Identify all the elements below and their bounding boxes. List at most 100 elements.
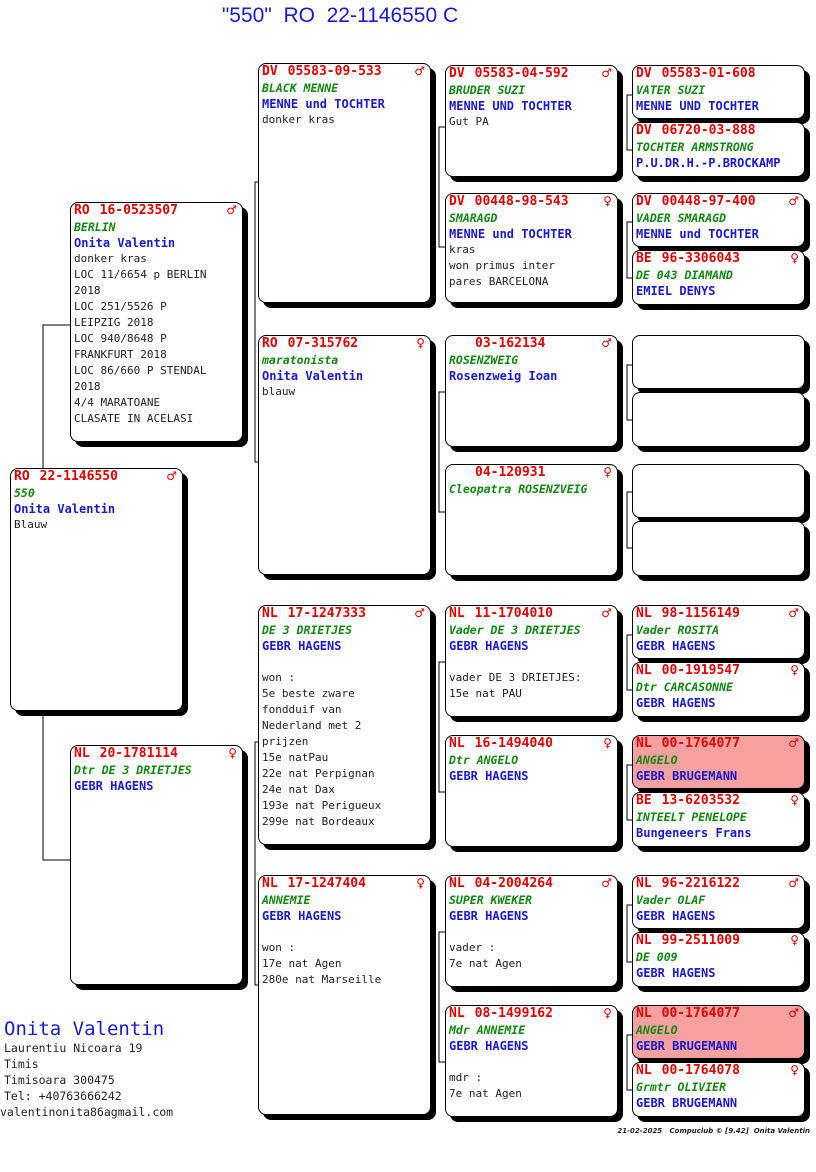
pigeon-card-g1: DV 05583-01-608 VATER SUZI MENNE UND TOCHTE… <box>632 65 805 119</box>
female-icon: ♀ <box>790 663 799 677</box>
ring-number: 06720-03-888 <box>661 123 756 138</box>
owner-name: GEBR HAGENS <box>262 909 342 923</box>
ring-number: 16-1494040 <box>474 736 553 751</box>
country-code: RO <box>74 203 90 218</box>
female-icon: ♀ <box>790 933 799 947</box>
country-code: NL <box>262 876 278 891</box>
footer-credit: 21-02-2025 Compuclub © [9.42] Onita Vale… <box>617 1127 810 1135</box>
country-code: NL <box>74 746 90 761</box>
male-icon: ♂ <box>788 876 799 890</box>
ring-number: 99-2511009 <box>661 933 740 948</box>
pigeon-name: DE 043 DIAMAND <box>636 268 733 282</box>
ring-header: RO 07-315762 ♀ <box>259 336 430 353</box>
pigeon-card-g4: BE 96-3306043 ♀ DE 043 DIAMAND EMIEL DENYS <box>632 250 805 305</box>
pigeon-name: INTEELT PENELOPE <box>636 810 747 824</box>
ring-number: 05583-09-533 <box>287 64 382 79</box>
male-icon: ♂ <box>601 66 612 80</box>
male-icon: ♂ <box>788 606 799 620</box>
pigeon-name: Grmtr OLIVIER <box>636 1080 727 1094</box>
male-icon: ♂ <box>601 606 612 620</box>
pigeon-info: won : 17e nat Agen 280e nat Marseille <box>262 941 382 986</box>
country-code: NL <box>449 1006 465 1021</box>
owner-name: MENNE und TOCHTER <box>449 227 572 241</box>
country-code: NL <box>636 606 652 621</box>
country-code: NL <box>636 736 652 751</box>
country-code: NL <box>449 606 465 621</box>
ring-header: BE 96-3306043 ♀ <box>633 251 804 268</box>
pigeon-card-g13: NL 96-2216122 ♂ Vader OLAF GEBR HAGENS <box>632 875 805 929</box>
pigeon-card-mff: NL 11-1704010 ♂ Vader DE 3 DRIETJES GEBR HAG… <box>445 605 618 717</box>
pigeon-name: VATER SUZI <box>636 83 706 97</box>
country-code: DV <box>636 194 652 209</box>
pigeon-card-ffm: DV 00448-98-543 ♀ SMARAGD MENNE und TOCHTER k… <box>445 193 618 303</box>
ring-number: 22-1146550 <box>39 469 118 484</box>
pigeon-card-g9: NL 98-1156149 ♂ Vader ROSITA GEBR HAGENS <box>632 605 805 659</box>
female-icon: ♀ <box>790 793 799 807</box>
pigeon-card-mfm: NL 16-1494040 ♀ Dtr ANGELO GEBR HAGENS <box>445 735 618 847</box>
pigeon-card-g2: DV 06720-03-888 TOCHTER ARMSTRONG P.U.DR.H.… <box>632 122 805 177</box>
pigeon-name: ANGELO <box>636 1023 678 1037</box>
pigeon-name: DE 3 DRIETJES <box>262 623 353 637</box>
female-icon: ♀ <box>790 251 799 265</box>
ring-header: NL 00-1764078 ♀ <box>633 1063 804 1080</box>
pigeon-info: donker kras LOC 11/6654 p BERLIN 2018 LO… <box>74 252 207 425</box>
female-icon: ♀ <box>603 1006 612 1020</box>
pigeon-name: TOCHTER ARMSTRONG <box>636 140 754 154</box>
ring-number: 08-1499162 <box>474 1006 553 1021</box>
owner-name: EMIEL DENYS <box>636 284 716 298</box>
pigeon-card-g10: NL 00-1919547 ♀ Dtr CARCASONNE GEBR HAGENS <box>632 662 805 717</box>
pigeon-name: VADER SMARAGD <box>636 211 727 225</box>
ring-header: NL 20-1781114 ♀ <box>71 746 242 763</box>
pigeon-card-father: RO 16-0523507 ♂ BERLIN Onita Valentin donker … <box>70 202 243 442</box>
ring-header: NL 16-1494040 ♀ <box>446 736 617 753</box>
owner-name: P.U.DR.H.-P.BROCKAMP <box>636 156 781 170</box>
ring-header: NL 98-1156149 ♂ <box>633 606 804 623</box>
owner-name: GEBR BRUGEMANN <box>636 1039 738 1053</box>
female-icon: ♀ <box>790 1063 799 1077</box>
ring-header: NL 08-1499162 ♀ <box>446 1006 617 1023</box>
breeder-name: Onita Valentin <box>4 1018 165 1040</box>
pigeon-card-fff: DV 05583-04-592 ♂ BRUDER SUZI MENNE UND TOCH… <box>445 65 618 177</box>
country-code: NL <box>449 736 465 751</box>
breeder-info: Onita Valentin Laurentiu Nicoara 19 Timi… <box>0 1018 173 1120</box>
owner-name: GEBR HAGENS <box>449 1039 529 1053</box>
ring-header: RO 22-1146550 ♂ <box>11 469 182 486</box>
female-icon: ♀ <box>603 736 612 750</box>
country-code: BE <box>636 251 652 266</box>
ring-number: 96-2216122 <box>661 876 740 891</box>
pigeon-card-g7 <box>632 464 805 518</box>
owner-name: GEBR HAGENS <box>449 639 529 653</box>
pigeon-name: BLACK MENNE <box>262 81 339 95</box>
pigeon-name: ANGELO <box>636 753 678 767</box>
pigeon-card-g3: DV 00448-97-400 ♂ VADER SMARAGD MENNE und TO… <box>632 193 805 247</box>
pigeon-name: Vader DE 3 DRIETJES <box>449 623 581 637</box>
male-icon: ♂ <box>166 469 177 483</box>
pigeon-info: Blauw <box>14 518 48 531</box>
pigeon-name: 550 <box>14 486 35 500</box>
ring-number: 11-1704010 <box>474 606 553 621</box>
pigeon-info: Gut PA <box>449 115 489 128</box>
pigeon-card-g12: BE 13-6203532 ♀ INTEELT PENELOPE Bungeneers … <box>632 792 805 847</box>
pigeon-info: blauw <box>262 385 296 398</box>
ring-header: RO 16-0523507 ♂ <box>71 203 242 220</box>
country-code: RO <box>262 336 278 351</box>
ring-number: 04-2004264 <box>474 876 553 891</box>
pigeon-card-g16: NL 00-1764078 ♀ Grmtr OLIVIER GEBR BRUGEMANN <box>632 1062 805 1117</box>
ring-header: DV 05583-09-533 ♂ <box>259 64 430 81</box>
ring-number: 00-1764078 <box>661 1063 740 1078</box>
ring-number: 00448-97-400 <box>661 194 756 209</box>
ring-number: 17-1247404 <box>287 876 366 891</box>
ring-header: NL 99-2511009 ♀ <box>633 933 804 950</box>
ring-number: 20-1781114 <box>99 746 178 761</box>
ring-header: NL 00-1764077 ♂ <box>633 1006 804 1023</box>
owner-name: Rosenzweig Ioan <box>449 369 558 383</box>
male-icon: ♂ <box>788 736 799 750</box>
pigeon-name: Mdr ANNEMIE <box>449 1023 526 1037</box>
owner-name: Onita Valentin <box>14 502 116 516</box>
ring-number: 05583-01-608 <box>661 66 756 81</box>
ring-header: NL 17-1247333 ♂ <box>259 606 430 623</box>
country-code: DV <box>262 64 278 79</box>
pigeon-card-subject: RO 22-1146550 ♂ 550 Onita Valentin Blauw <box>10 468 183 711</box>
country-code: NL <box>636 1006 652 1021</box>
pigeon-name: DE 009 <box>636 950 678 964</box>
